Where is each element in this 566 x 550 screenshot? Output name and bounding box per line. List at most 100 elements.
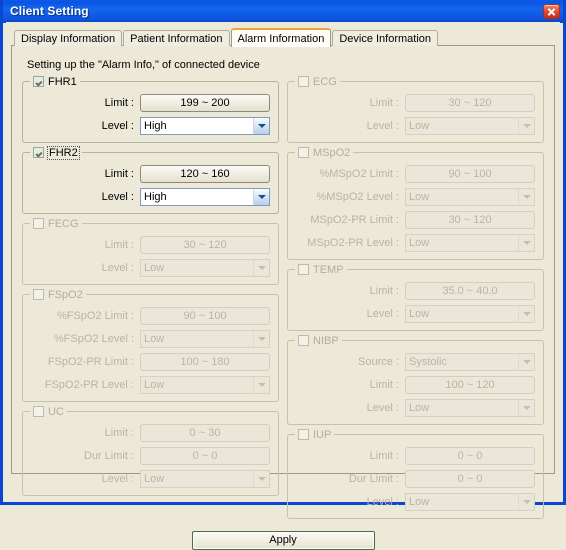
field-fhr1-0[interactable]: 199 ~ 200 (140, 93, 270, 112)
chevron-down-icon[interactable] (253, 470, 269, 487)
group-temp-label: TEMP (313, 263, 344, 276)
combobox-fspo2-3: Low (140, 375, 270, 394)
group-fspo2-label: FSpO2 (48, 288, 83, 301)
row-fecg-0: Limit : 30 ~ 120 (31, 235, 270, 254)
combobox-nibp-2: Low (405, 398, 535, 417)
group-fspo2-legend[interactable]: FSpO2 (30, 288, 86, 301)
settings-columns: FHR1 Limit : 199 ~ 200 Level : High FHR2 Limit… (20, 75, 546, 528)
field-iup-0: 0 ~ 0 (405, 446, 535, 465)
field-fecg-0: 30 ~ 120 (140, 235, 270, 254)
group-fspo2: FSpO2 %FSpO2 Limit : 90 ~ 100 %FSpO2 Level … (22, 288, 279, 402)
field-mspo2-0: 90 ~ 100 (405, 164, 535, 183)
checkbox-fspo2[interactable] (33, 289, 44, 300)
tab-patient-information[interactable]: Patient Information (123, 30, 230, 46)
group-ecg: ECG Limit : 30 ~ 120 Level : Low (287, 75, 544, 143)
chevron-down-icon[interactable] (518, 493, 534, 510)
checkbox-iup[interactable] (298, 429, 309, 440)
tab-alarm-information[interactable]: Alarm Information (230, 28, 332, 47)
group-iup: IUP Limit : 0 ~ 0 Dur Limit : 0 ~ 0 Level : Lo… (287, 428, 544, 519)
combobox-value: Systolic (409, 355, 447, 368)
combobox-iup-2: Low (405, 492, 535, 511)
row-mspo2-2: MSpO2-PR Limit : 30 ~ 120 (296, 210, 535, 229)
row-ecg-0: Limit : 30 ~ 120 (296, 93, 535, 112)
label-fspo2-1: %FSpO2 Level : (53, 332, 134, 345)
window-client-area: Display Information Patient Information Al… (6, 22, 560, 550)
row-nibp-2: Level : Low (296, 398, 535, 417)
label-fhr2-1: Level : (101, 190, 134, 203)
client-setting-window: Client Setting Display Information Patien… (0, 0, 566, 550)
group-iup-legend[interactable]: IUP (295, 428, 335, 441)
group-fhr2-legend[interactable]: FHR2 (30, 145, 82, 160)
group-mspo2-label: MSpO2 (313, 146, 351, 159)
group-fecg-label: FECG (48, 217, 79, 230)
combobox-fecg-1: Low (140, 258, 270, 277)
checkbox-ecg[interactable] (298, 76, 309, 87)
tab-device-information[interactable]: Device Information (332, 30, 439, 46)
chevron-down-icon[interactable] (253, 330, 269, 347)
chevron-down-icon[interactable] (518, 117, 534, 134)
row-fspo2-2: FSpO2-PR Limit : 100 ~ 180 (31, 352, 270, 371)
row-ecg-1: Level : Low (296, 116, 535, 135)
label-fspo2-0: %FSpO2 Limit : (56, 309, 134, 322)
checkbox-mspo2[interactable] (298, 147, 309, 158)
chevron-down-icon[interactable] (518, 234, 534, 251)
row-fhr1-1: Level : High (31, 116, 270, 135)
combobox-fhr1-1[interactable]: High (140, 116, 270, 135)
group-mspo2-legend[interactable]: MSpO2 (295, 146, 354, 159)
label-temp-1: Level : (366, 307, 399, 320)
combobox-value: Low (144, 261, 165, 274)
row-iup-1: Dur Limit : 0 ~ 0 (296, 469, 535, 488)
combobox-value: Low (409, 401, 430, 414)
combobox-fhr2-1[interactable]: High (140, 187, 270, 206)
checkbox-fecg[interactable] (33, 218, 44, 229)
combobox-value: Low (409, 190, 430, 203)
group-uc-label: UC (48, 405, 64, 418)
row-fhr2-0: Limit : 120 ~ 160 (31, 164, 270, 183)
group-ecg-legend[interactable]: ECG (295, 75, 340, 88)
group-temp-legend[interactable]: TEMP (295, 263, 347, 276)
combobox-value: High (144, 119, 167, 132)
checkbox-fhr1[interactable] (33, 76, 44, 87)
chevron-down-icon[interactable] (253, 117, 269, 134)
apply-row: Apply (20, 531, 546, 550)
chevron-down-icon[interactable] (253, 259, 269, 276)
row-nibp-1: Limit : 100 ~ 120 (296, 375, 535, 394)
group-nibp: NIBP Source : Systolic Limit : 100 ~ 120 Leve… (287, 334, 544, 425)
group-nibp-label: NIBP (313, 334, 339, 347)
field-uc-1: 0 ~ 0 (140, 446, 270, 465)
window-title: Client Setting (10, 4, 89, 18)
combobox-nibp-0: Systolic (405, 352, 535, 371)
group-fecg-legend[interactable]: FECG (30, 217, 82, 230)
tab-display-information[interactable]: Display Information (14, 30, 123, 46)
label-fhr1-0: Limit : (104, 96, 134, 109)
checkbox-nibp[interactable] (298, 335, 309, 346)
field-fhr2-0[interactable]: 120 ~ 160 (140, 164, 270, 183)
chevron-down-icon[interactable] (253, 376, 269, 393)
field-temp-0: 35.0 ~ 40.0 (405, 281, 535, 300)
chevron-down-icon[interactable] (253, 188, 269, 205)
row-fhr2-1: Level : High (31, 187, 270, 206)
field-fspo2-0: 90 ~ 100 (140, 306, 270, 325)
group-nibp-legend[interactable]: NIBP (295, 334, 342, 347)
close-icon[interactable] (543, 3, 560, 19)
group-uc-legend[interactable]: UC (30, 405, 67, 418)
apply-button[interactable]: Apply (191, 531, 375, 550)
title-bar: Client Setting (3, 0, 563, 23)
checkbox-fhr2[interactable] (33, 147, 44, 158)
label-ecg-0: Limit : (369, 96, 399, 109)
combobox-temp-1: Low (405, 304, 535, 323)
group-fhr1-legend[interactable]: FHR1 (30, 75, 80, 88)
chevron-down-icon[interactable] (518, 353, 534, 370)
combobox-mspo2-1: Low (405, 187, 535, 206)
alarm-information-panel: Setting up the "Alarm Info," of connecte… (11, 45, 555, 550)
label-iup-0: Limit : (369, 449, 399, 462)
combobox-value: Low (409, 307, 430, 320)
chevron-down-icon[interactable] (518, 399, 534, 416)
checkbox-uc[interactable] (33, 406, 44, 417)
row-temp-1: Level : Low (296, 304, 535, 323)
checkbox-temp[interactable] (298, 264, 309, 275)
chevron-down-icon[interactable] (518, 188, 534, 205)
combobox-value: Low (144, 332, 165, 345)
tab-strip: Display Information Patient Information Al… (11, 28, 555, 47)
chevron-down-icon[interactable] (518, 305, 534, 322)
